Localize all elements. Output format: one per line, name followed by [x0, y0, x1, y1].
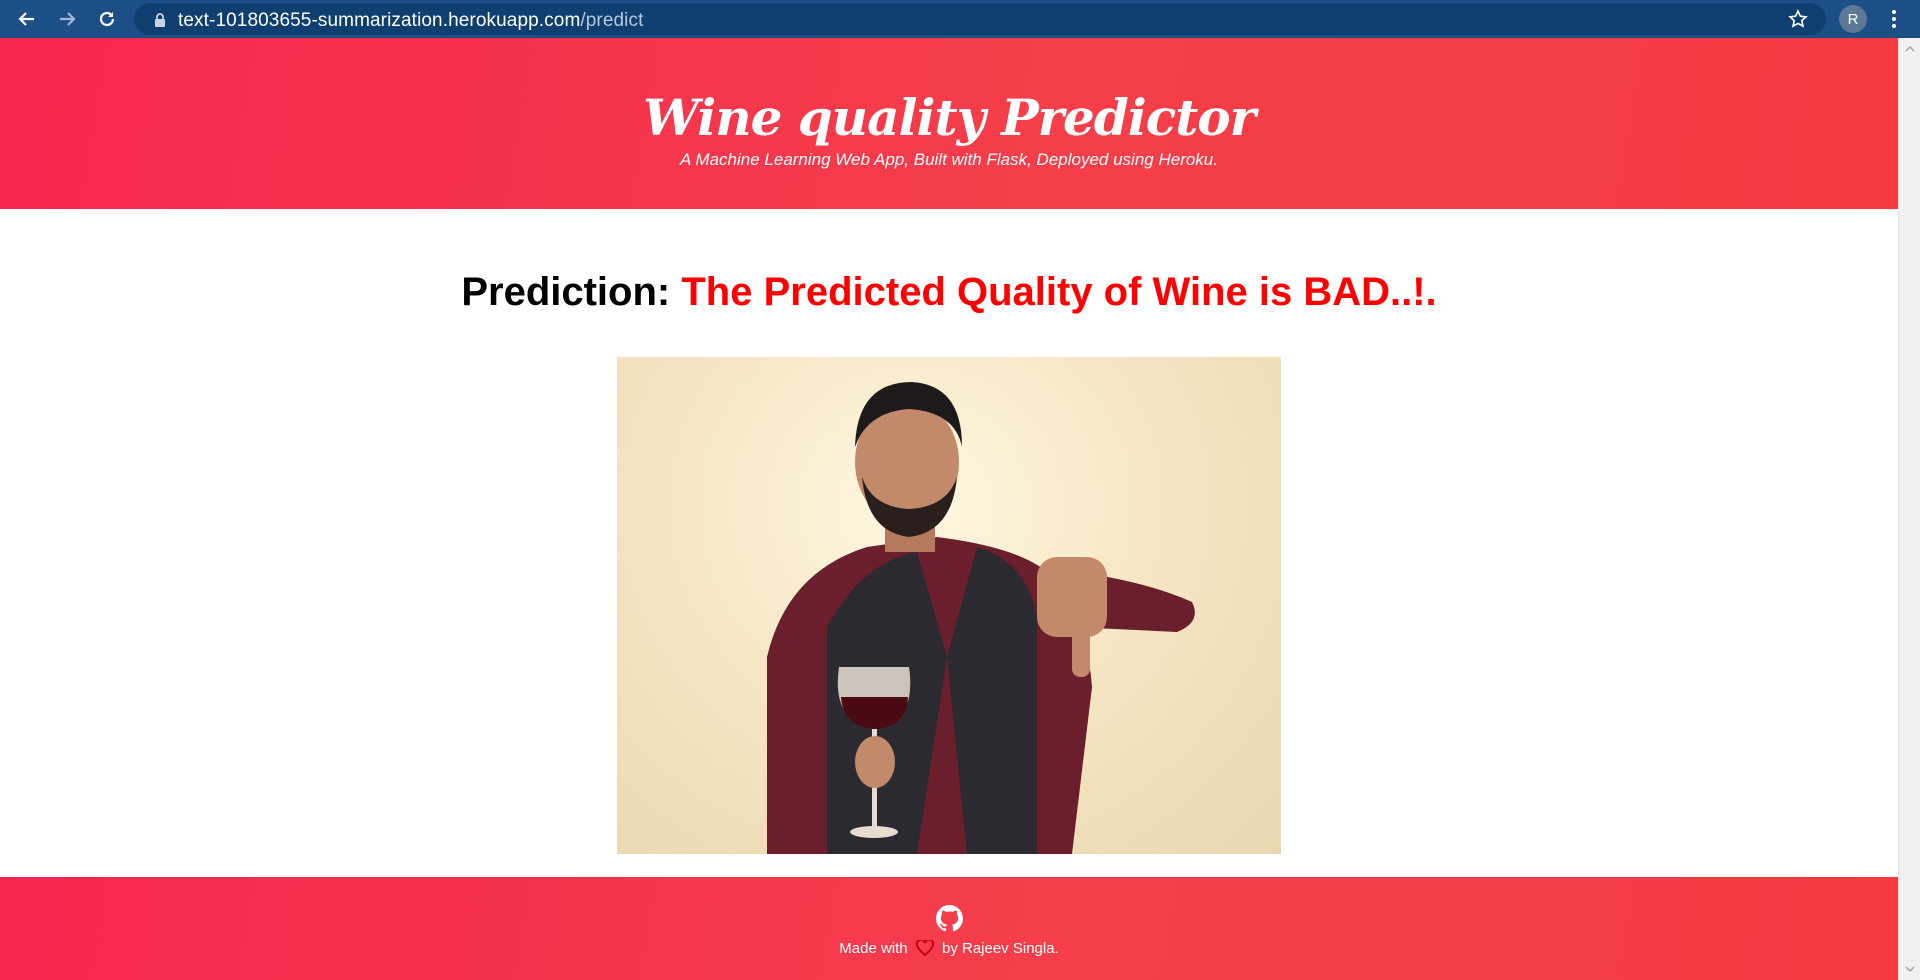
vertical-scrollbar[interactable]	[1898, 38, 1920, 980]
github-icon[interactable]	[936, 905, 963, 932]
forward-button[interactable]	[53, 5, 81, 33]
made-with-credit: Made with by Rajeev Singla.	[0, 940, 1898, 957]
prediction-label: Prediction:	[461, 270, 671, 314]
prediction-heading: Prediction: The Predicted Quality of Win…	[0, 270, 1898, 315]
back-button[interactable]	[13, 5, 41, 33]
heart-icon	[915, 940, 934, 956]
scroll-down-arrow-icon[interactable]	[1899, 962, 1920, 976]
site-header: Wine quality Predictor A Machine Learnin…	[0, 38, 1898, 209]
sommelier-thumbs-down-illustration	[767, 382, 1195, 854]
lock-icon	[155, 13, 165, 27]
site-title: Wine quality Predictor	[642, 88, 1256, 147]
url-text: text-101803655-summarization.herokuapp.c…	[178, 10, 643, 32]
profile-avatar[interactable]: R	[1839, 5, 1867, 33]
made-with-text: Made with	[839, 940, 908, 957]
site-subtitle: A Machine Learning Web App, Built with F…	[680, 150, 1218, 169]
browser-menu-button[interactable]	[1884, 5, 1904, 33]
vertical-dots-icon	[1892, 10, 1896, 28]
site-footer: Made with by Rajeev Singla.	[0, 877, 1898, 980]
url-path: /predict	[580, 10, 644, 31]
url-host: text-101803655-summarization.herokuapp.c…	[178, 10, 581, 31]
browser-toolbar: text-101803655-summarization.herokuapp.c…	[0, 0, 1920, 38]
result-image	[617, 357, 1281, 854]
reload-button[interactable]	[93, 5, 121, 33]
arrow-left-icon	[18, 12, 34, 26]
address-bar[interactable]: text-101803655-summarization.herokuapp.c…	[134, 3, 1826, 35]
scroll-up-arrow-icon[interactable]	[1899, 42, 1920, 56]
prediction-result: The Predicted Quality of Wine is BAD..!.	[681, 270, 1437, 314]
author-text: by Rajeev Singla.	[941, 940, 1059, 957]
arrow-right-icon	[60, 12, 76, 26]
bookmark-star-icon[interactable]	[1788, 9, 1808, 29]
reload-icon	[99, 11, 115, 27]
